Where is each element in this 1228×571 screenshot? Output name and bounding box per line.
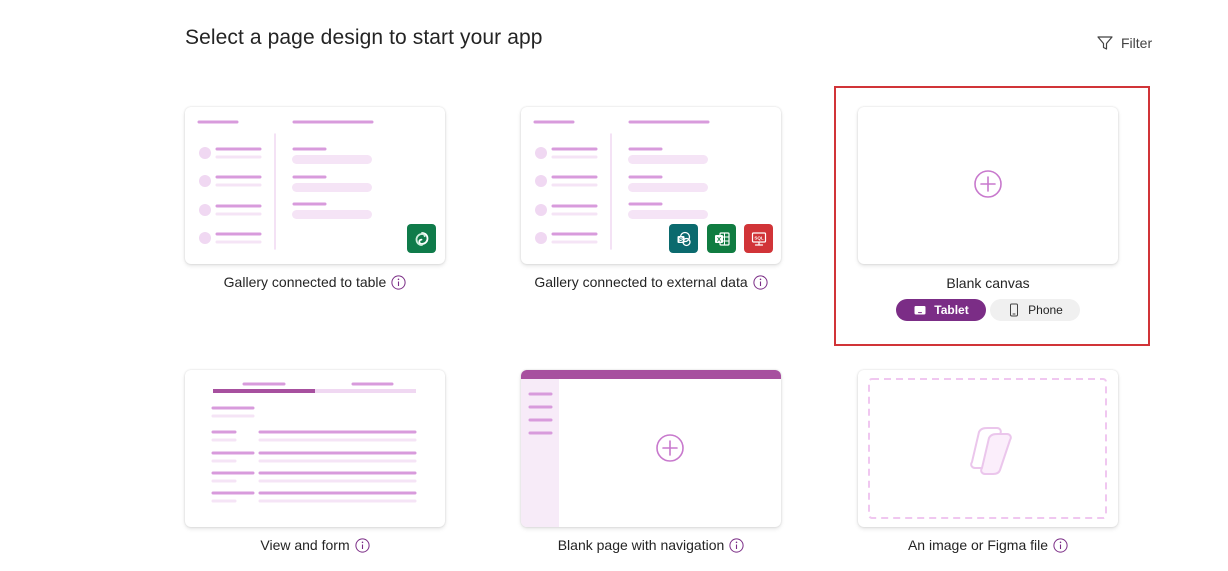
tablet-label: Tablet: [934, 303, 969, 317]
tablet-option[interactable]: Tablet: [896, 299, 986, 321]
card-label: Blank canvas: [946, 275, 1030, 291]
excel-icon: X: [707, 224, 736, 253]
phone-option[interactable]: Phone: [990, 299, 1080, 321]
card-gallery-connected-to-external-data[interactable]: S X SQL: [521, 107, 781, 264]
page-title: Select a page design to start your app: [185, 26, 543, 49]
info-icon[interactable]: [753, 274, 768, 290]
tablet-icon: [914, 306, 926, 315]
gallery-thumbnail: [197, 120, 374, 250]
card-gallery-connected-to-table[interactable]: [185, 107, 445, 264]
copilot-icon: [970, 427, 1012, 475]
dataverse-icon: [407, 224, 436, 253]
sql-icon: SQL: [744, 224, 773, 253]
gallery-thumbnail: [533, 120, 710, 250]
sharepoint-icon: S: [669, 224, 698, 253]
card-caption: An image or Figma file: [858, 537, 1118, 553]
card-label: Blank page with navigation: [557, 537, 725, 553]
card-blank-page-with-navigation[interactable]: [521, 370, 781, 527]
card-label: Gallery connected to external data: [534, 274, 748, 290]
plus-circle-icon: [656, 434, 684, 462]
image-figma-thumbnail: [868, 378, 1107, 519]
phone-icon: [1010, 303, 1019, 317]
card-caption: Gallery connected to external data: [521, 274, 781, 290]
svg-text:X: X: [716, 236, 721, 243]
card-label: View and form: [260, 537, 350, 553]
svg-text:S: S: [678, 237, 682, 243]
phone-label: Phone: [1028, 303, 1063, 317]
card-label: An image or Figma file: [907, 537, 1049, 553]
info-icon[interactable]: [355, 537, 370, 553]
svg-text:SQL: SQL: [754, 235, 764, 240]
card-caption: Gallery connected to table: [185, 274, 445, 290]
card-caption: View and form: [185, 537, 445, 553]
info-icon[interactable]: [1053, 537, 1068, 553]
card-caption: Blank canvas: [858, 275, 1118, 291]
card-caption: Blank page with navigation: [521, 537, 781, 553]
card-blank-canvas[interactable]: [858, 107, 1118, 264]
filter-label: Filter: [1121, 35, 1153, 51]
navigation-thumbnail: [521, 370, 781, 527]
card-label: Gallery connected to table: [223, 274, 387, 290]
layout-toggle: Tablet Phone: [896, 299, 1080, 321]
filter-icon: [1097, 36, 1113, 50]
info-icon[interactable]: [391, 274, 406, 290]
blank-canvas-thumbnail: [974, 170, 1002, 198]
info-icon[interactable]: [729, 537, 744, 553]
filter-button[interactable]: Filter: [1096, 34, 1152, 52]
card-view-and-form[interactable]: [185, 370, 445, 527]
plus-circle-icon: [974, 170, 1002, 198]
card-image-or-figma-file[interactable]: [858, 370, 1118, 527]
view-and-form-thumbnail: [211, 382, 417, 503]
